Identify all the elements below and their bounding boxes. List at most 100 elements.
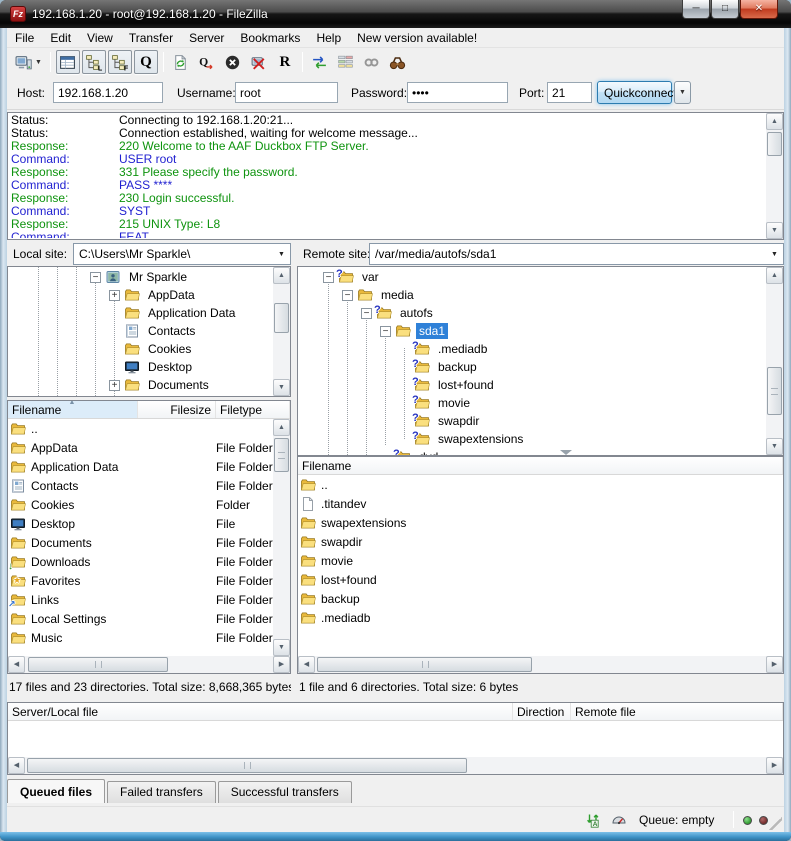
minimize-button[interactable]: ─ bbox=[682, 0, 710, 19]
directory-comparison-button[interactable] bbox=[334, 50, 358, 74]
remote-file-row-[interactable]: .. bbox=[298, 475, 783, 494]
remote-file-row-backup[interactable]: backup bbox=[298, 589, 783, 608]
column-header-filesize[interactable]: Filesize bbox=[138, 401, 216, 418]
local-file-row-desktop[interactable]: DesktopFile bbox=[8, 514, 273, 533]
scroll-down-icon[interactable]: ▼ bbox=[766, 438, 783, 455]
refresh-button[interactable] bbox=[169, 50, 193, 74]
scroll-left-icon[interactable]: ◀ bbox=[298, 656, 315, 673]
scroll-left-icon[interactable]: ◀ bbox=[8, 757, 25, 774]
local-file-row-documents[interactable]: DocumentsFile Folder bbox=[8, 533, 273, 552]
scroll-down-icon[interactable]: ▼ bbox=[273, 639, 290, 656]
collapse-icon[interactable]: − bbox=[380, 326, 391, 337]
local-file-row-links[interactable]: ↗LinksFile Folder bbox=[8, 590, 273, 609]
menu-new-version-available[interactable]: New version available! bbox=[349, 29, 485, 47]
column-header-direction[interactable]: Direction bbox=[513, 703, 571, 720]
toggle-local-tree-button[interactable]: L bbox=[82, 50, 106, 74]
log-scrollbar[interactable]: ▲ ▼ bbox=[766, 113, 783, 239]
menu-view[interactable]: View bbox=[79, 29, 121, 47]
menu-file[interactable]: File bbox=[7, 29, 42, 47]
menu-bookmarks[interactable]: Bookmarks bbox=[232, 29, 308, 47]
local-tree-item-cookies[interactable]: Cookies bbox=[8, 340, 273, 358]
local-site-combobox[interactable]: C:\Users\Mr Sparkle\ ▼ bbox=[73, 243, 291, 265]
menu-transfer[interactable]: Transfer bbox=[121, 29, 181, 47]
splitter-collapse-icon[interactable] bbox=[560, 450, 572, 455]
scrollbar-thumb[interactable] bbox=[767, 367, 782, 415]
synchronized-browsing-button[interactable] bbox=[308, 50, 332, 74]
local-tree-item-downloads[interactable]: +↓Downloads bbox=[8, 394, 273, 396]
remote-file-row-swapdir[interactable]: swapdir bbox=[298, 532, 783, 551]
username-input[interactable] bbox=[235, 82, 338, 103]
menu-edit[interactable]: Edit bbox=[42, 29, 79, 47]
local-tree-item-application-data[interactable]: Application Data bbox=[8, 304, 273, 322]
column-header-server-local-file[interactable]: Server/Local file bbox=[8, 703, 513, 720]
local-file-row-contacts[interactable]: ContactsFile Folder bbox=[8, 476, 273, 495]
remote-file-row-titandev[interactable]: .titandev bbox=[298, 494, 783, 513]
collapse-icon[interactable]: − bbox=[90, 272, 101, 283]
scroll-right-icon[interactable]: ▶ bbox=[273, 656, 290, 673]
remote-tree-item-backup[interactable]: ?backup bbox=[298, 358, 766, 376]
collapse-icon[interactable]: − bbox=[342, 290, 353, 301]
queue-hscrollbar[interactable]: ◀ ▶ bbox=[8, 757, 783, 774]
maximize-button[interactable]: □ bbox=[711, 0, 739, 19]
expand-icon[interactable]: + bbox=[109, 290, 120, 301]
quickconnect-dropdown-button[interactable]: ▼ bbox=[674, 81, 691, 104]
column-header-filetype[interactable]: Filetype bbox=[216, 401, 290, 418]
remote-tree-item-swapdir[interactable]: ?swapdir bbox=[298, 412, 766, 430]
password-input[interactable] bbox=[407, 82, 508, 103]
toggle-message-log-button[interactable] bbox=[56, 50, 80, 74]
menu-server[interactable]: Server bbox=[181, 29, 232, 47]
local-file-row-music[interactable]: MusicFile Folder bbox=[8, 628, 273, 647]
local-list-hscrollbar[interactable]: ◀ ▶ bbox=[8, 656, 290, 673]
local-tree-item-appdata[interactable]: +AppData bbox=[8, 286, 273, 304]
local-list-scrollbar[interactable]: ▲ ▼ bbox=[273, 419, 290, 656]
local-file-row-favorites[interactable]: ★FavoritesFile Folder bbox=[8, 571, 273, 590]
chevron-down-icon[interactable]: ▼ bbox=[766, 251, 783, 258]
scrollbar-thumb[interactable] bbox=[317, 657, 532, 672]
remote-file-row-movie[interactable]: movie bbox=[298, 551, 783, 570]
scrollbar-thumb[interactable] bbox=[274, 303, 289, 333]
local-file-row-cookies[interactable]: CookiesFolder bbox=[8, 495, 273, 514]
expand-icon[interactable]: + bbox=[109, 380, 120, 391]
local-file-row-appdata[interactable]: AppDataFile Folder bbox=[8, 438, 273, 457]
toggle-remote-tree-button[interactable]: F bbox=[108, 50, 132, 74]
local-tree-scrollbar[interactable]: ▲ ▼ bbox=[273, 267, 290, 396]
remote-file-row-lost-found[interactable]: lost+found bbox=[298, 570, 783, 589]
scroll-down-icon[interactable]: ▼ bbox=[273, 379, 290, 396]
remote-tree-item-sda1[interactable]: −sda1 bbox=[298, 322, 766, 340]
menu-help[interactable]: Help bbox=[308, 29, 349, 47]
remote-tree-scrollbar[interactable]: ▲ ▼ bbox=[766, 267, 783, 455]
local-tree-item-documents[interactable]: +Documents bbox=[8, 376, 273, 394]
toggle-queue-button[interactable]: Q bbox=[134, 50, 158, 74]
close-button[interactable]: ✕ bbox=[740, 0, 778, 19]
local-file-row-[interactable]: .. bbox=[8, 419, 273, 438]
column-header-filename[interactable]: Filename bbox=[298, 457, 783, 474]
scroll-up-icon[interactable]: ▲ bbox=[273, 267, 290, 284]
quickconnect-button[interactable]: Quickconnect bbox=[597, 81, 672, 104]
scrollbar-thumb[interactable] bbox=[27, 758, 467, 773]
local-tree-item-contacts[interactable]: Contacts bbox=[8, 322, 273, 340]
reconnect-button[interactable]: R bbox=[273, 50, 297, 74]
scrollbar-thumb[interactable] bbox=[767, 132, 782, 156]
scroll-right-icon[interactable]: ▶ bbox=[766, 757, 783, 774]
tab-successful-transfers[interactable]: Successful transfers bbox=[218, 781, 352, 803]
remote-list-hscrollbar[interactable]: ◀ ▶ bbox=[298, 656, 783, 673]
scroll-left-icon[interactable]: ◀ bbox=[8, 656, 25, 673]
scroll-up-icon[interactable]: ▲ bbox=[766, 113, 783, 130]
remote-tree-item-lost-found[interactable]: ?lost+found bbox=[298, 376, 766, 394]
local-tree-item-mr-sparkle[interactable]: −Mr Sparkle bbox=[8, 268, 273, 286]
collapse-icon[interactable]: − bbox=[323, 272, 334, 283]
process-queue-button[interactable]: Q bbox=[195, 50, 219, 74]
tab-queued-files[interactable]: Queued files bbox=[7, 779, 105, 803]
scrollbar-thumb[interactable] bbox=[274, 438, 289, 472]
remote-file-row-mediadb[interactable]: .mediadb bbox=[298, 608, 783, 627]
file-search-button[interactable] bbox=[386, 50, 410, 74]
remote-tree-item-dvd[interactable]: ?dvd bbox=[298, 448, 766, 455]
cancel-operation-button[interactable] bbox=[221, 50, 245, 74]
scroll-down-icon[interactable]: ▼ bbox=[766, 222, 783, 239]
port-input[interactable] bbox=[547, 82, 592, 103]
local-file-row-local-settings[interactable]: Local SettingsFile Folder bbox=[8, 609, 273, 628]
collapse-icon[interactable]: − bbox=[361, 308, 372, 319]
remote-tree-item-autofs[interactable]: −?autofs bbox=[298, 304, 766, 322]
remote-tree-item-var[interactable]: −?var bbox=[298, 268, 766, 286]
resize-grip[interactable] bbox=[769, 817, 782, 830]
